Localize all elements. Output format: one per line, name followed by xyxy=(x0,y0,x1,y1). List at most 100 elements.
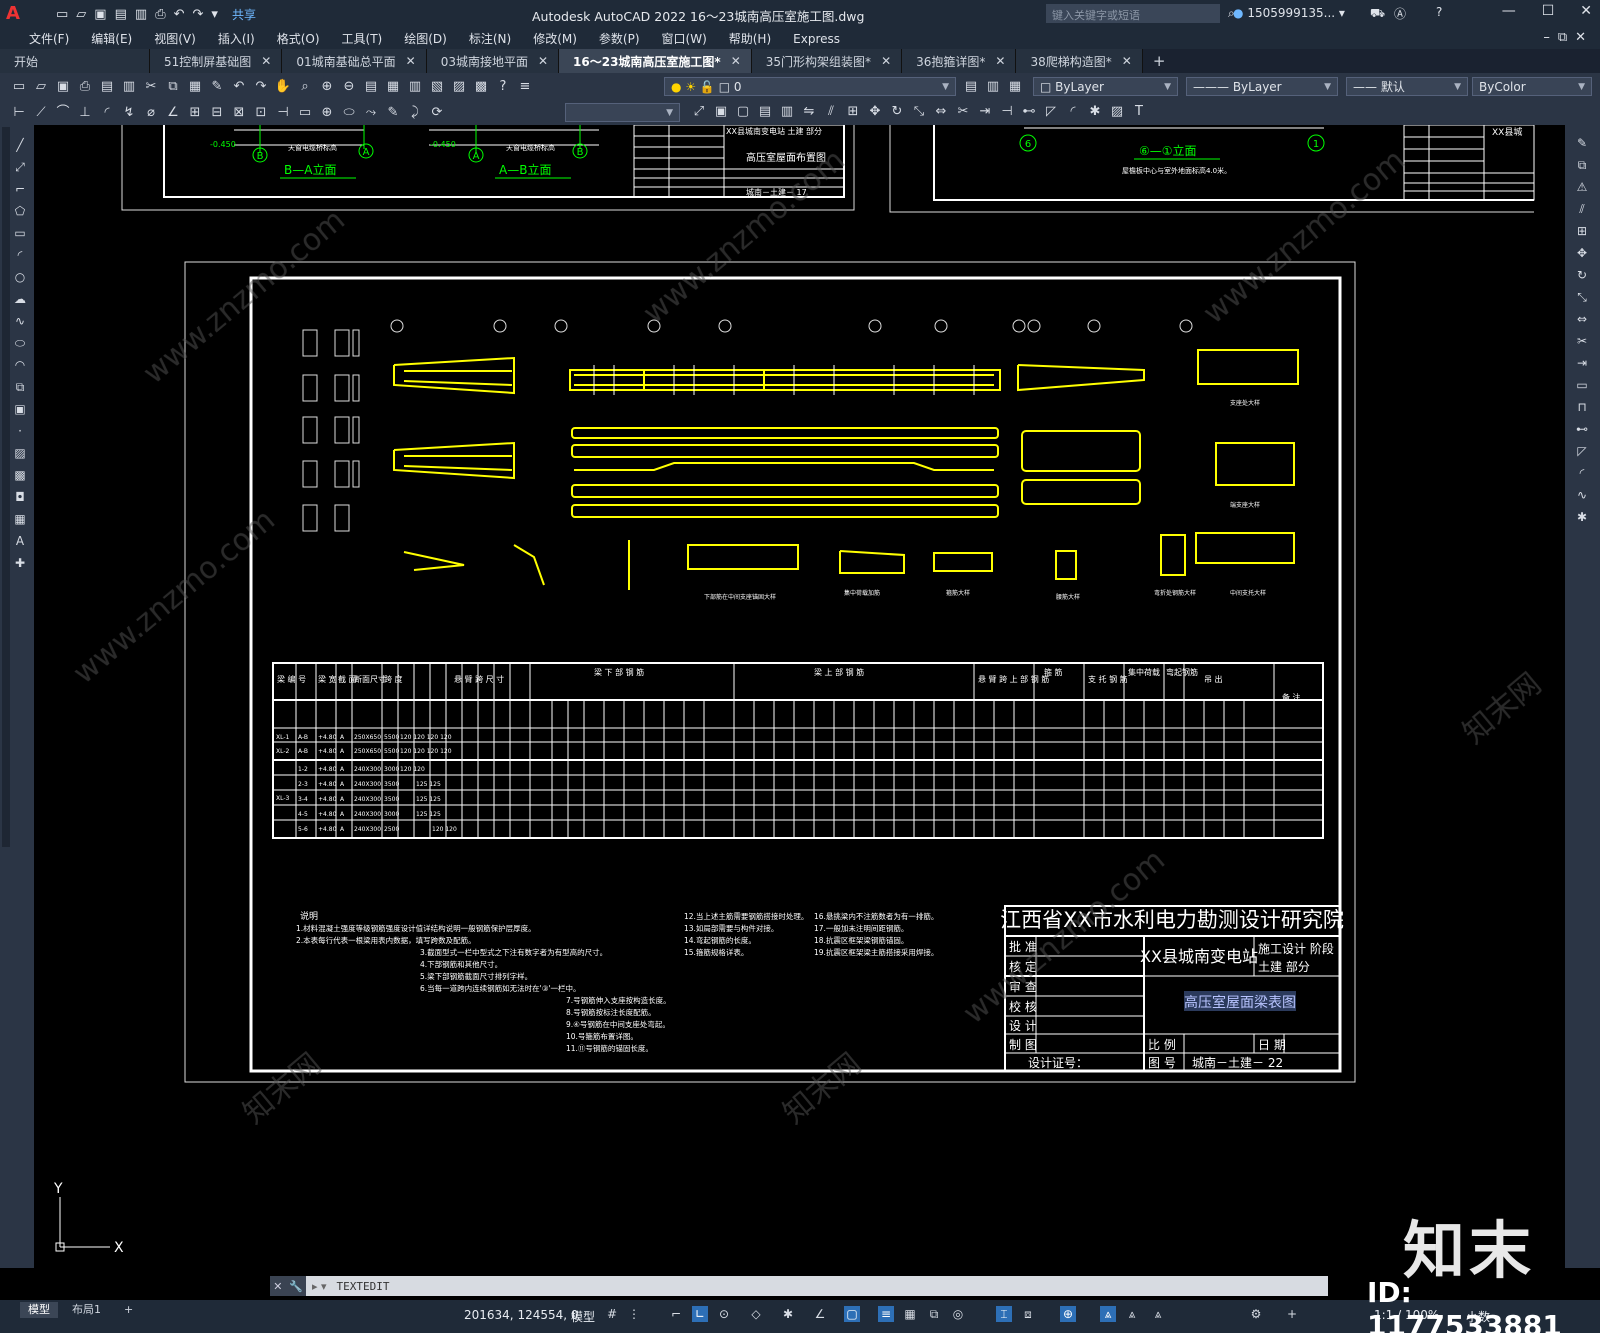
3d-osnap-icon[interactable]: ◎ xyxy=(950,1306,966,1322)
dim-radius-icon[interactable]: ◜ xyxy=(98,104,116,122)
zoom-realtime-icon[interactable]: ⌕ xyxy=(296,78,314,96)
dim-aligned-icon[interactable]: ⟋ xyxy=(32,104,50,122)
join-icon[interactable]: ⊷ xyxy=(1574,421,1590,437)
polygon-icon[interactable]: ⬠ xyxy=(12,203,28,219)
redo-icon[interactable]: ↷ xyxy=(193,7,204,22)
menu-insert[interactable]: 插入(I) xyxy=(207,30,266,47)
selection-filter-icon[interactable]: ⧈ xyxy=(1020,1306,1036,1322)
rectangle-icon[interactable]: ▭ xyxy=(12,225,28,241)
annotation-scale-icon[interactable]: ⩓ xyxy=(1150,1306,1166,1322)
design-center-icon[interactable]: ▦ xyxy=(384,78,402,96)
point-icon[interactable]: · xyxy=(12,423,28,439)
move-icon[interactable]: ✥ xyxy=(1574,245,1590,261)
annotation-monitor-icon[interactable]: + xyxy=(1284,1306,1300,1322)
grid-icon[interactable]: # xyxy=(604,1306,620,1322)
polyline-icon[interactable]: ⌐ xyxy=(12,181,28,197)
command-line-grip[interactable]: ✕ 🔧 xyxy=(270,1276,306,1296)
join-icon[interactable]: ⊷ xyxy=(1020,103,1038,121)
menu-parametric[interactable]: 参数(P) xyxy=(588,30,651,47)
pan-icon[interactable]: ✋ xyxy=(274,78,292,96)
layer-previous-icon[interactable]: ▥ xyxy=(984,78,1002,96)
explode-icon[interactable]: ✱ xyxy=(1086,103,1104,121)
open-icon[interactable]: ▱ xyxy=(32,78,50,96)
menu-modify[interactable]: 修改(M) xyxy=(522,30,588,47)
dim-angular-icon[interactable]: ∠ xyxy=(164,104,182,122)
erase-icon[interactable]: ✎ xyxy=(1574,135,1590,151)
matchprop-icon[interactable]: ✎ xyxy=(208,78,226,96)
menu-file[interactable]: 文件(F) xyxy=(18,30,80,47)
plot-icon[interactable]: ⎙ xyxy=(76,78,94,96)
menu-express[interactable]: Express xyxy=(782,32,851,46)
dimtedit-icon[interactable]: ⤸ xyxy=(406,104,424,122)
new-icon[interactable]: ▭ xyxy=(56,7,68,22)
menu-view[interactable]: 视图(V) xyxy=(143,30,207,47)
ellipse-icon[interactable]: ⬭ xyxy=(12,335,28,351)
maximize-icon[interactable]: ☐ xyxy=(1542,3,1555,19)
print-icon[interactable]: ⎙ xyxy=(155,7,165,22)
copy-object-icon[interactable]: ⧉ xyxy=(1574,157,1590,173)
gradient-icon[interactable]: ▩ xyxy=(12,467,28,483)
cut-icon[interactable]: ✂ xyxy=(142,78,160,96)
group-edit-icon[interactable]: ▤ xyxy=(756,103,774,121)
center-mark-icon[interactable]: ⊕ xyxy=(318,104,336,122)
spline-icon[interactable]: ∿ xyxy=(12,313,28,329)
plot-icon[interactable]: ▥ xyxy=(135,7,147,22)
tab-38[interactable]: 38爬梯构造图* ✕ xyxy=(1016,49,1143,73)
coordinates-readout[interactable]: 201634, 124554, 0 xyxy=(464,1308,579,1322)
scale-icon[interactable]: ⤡ xyxy=(910,103,928,121)
menu-edit[interactable]: 编辑(E) xyxy=(80,30,143,47)
revcloud-icon[interactable]: ☁ xyxy=(12,291,28,307)
help-icon[interactable]: ? xyxy=(494,78,512,96)
trim-icon[interactable]: ✂ xyxy=(1574,333,1590,349)
osnap-icon[interactable]: ∠ xyxy=(812,1306,828,1322)
save-icon[interactable]: ▣ xyxy=(54,78,72,96)
dynamic-ucs-icon[interactable]: ▢ xyxy=(844,1306,860,1322)
lineweight-icon[interactable]: ≡ xyxy=(878,1306,894,1322)
new-tab-button[interactable]: + xyxy=(1143,49,1176,73)
mirror-icon[interactable]: ⇋ xyxy=(800,103,818,121)
close-icon[interactable]: ✕ xyxy=(273,1280,282,1293)
open-icon[interactable]: ▱ xyxy=(76,7,86,22)
tolerance-icon[interactable]: ▭ xyxy=(296,104,314,122)
tab-model[interactable]: 模型 xyxy=(20,1302,58,1318)
redo-icon[interactable]: ↷ xyxy=(252,78,270,96)
extend-icon[interactable]: ⇥ xyxy=(976,103,994,121)
dim-baseline-icon[interactable]: ⊟ xyxy=(208,104,226,122)
make-current-icon[interactable]: ▤ xyxy=(962,78,980,96)
hatch-icon[interactable]: ▨ xyxy=(12,445,28,461)
calculator-icon[interactable]: ▩ xyxy=(472,78,490,96)
cart-icon[interactable]: ⛟ xyxy=(1370,6,1385,22)
break-icon[interactable]: ⊓ xyxy=(1574,399,1590,415)
command-prompt-icon[interactable]: ▸ ▾ xyxy=(312,1280,327,1293)
tab-01[interactable]: 01城南基础总平面 ✕ xyxy=(282,49,427,73)
region-icon[interactable]: ◘ xyxy=(12,489,28,505)
mtext-icon[interactable]: A xyxy=(12,533,28,549)
minimize-icon[interactable]: — xyxy=(1502,3,1516,19)
menu-draw[interactable]: 绘图(D) xyxy=(393,30,458,47)
new-icon[interactable]: ▭ xyxy=(10,78,28,96)
color-dropdown[interactable]: □ ByLayer ▼ xyxy=(1033,77,1178,96)
group-select-icon[interactable]: ▥ xyxy=(778,103,796,121)
ellipse-arc-icon[interactable]: ◠ xyxy=(12,357,28,373)
close-icon[interactable]: ✕ xyxy=(406,54,416,68)
array-icon[interactable]: ⊞ xyxy=(844,103,862,121)
a360-icon[interactable]: Ⓐ xyxy=(1394,5,1406,22)
properties-icon[interactable]: ▤ xyxy=(362,78,380,96)
wrench-icon[interactable]: 🔧 xyxy=(289,1280,303,1293)
doc-window-controls[interactable]: –⧉✕ xyxy=(1543,30,1594,45)
dim-edit-icon[interactable]: ✎ xyxy=(384,104,402,122)
explode-icon[interactable]: ✱ xyxy=(1574,509,1590,525)
dim-space-icon[interactable]: ⊡ xyxy=(252,104,270,122)
scale-icon[interactable]: ⤡ xyxy=(1574,289,1590,305)
annotation-visibility-icon[interactable]: ⩓ xyxy=(1100,1306,1116,1322)
circle-icon[interactable]: ○ xyxy=(12,269,28,285)
autocad-logo-icon[interactable]: A xyxy=(6,3,28,25)
chamfer-icon[interactable]: ◸ xyxy=(1042,103,1060,121)
insert-block-icon[interactable]: ⧉ xyxy=(12,379,28,395)
line-icon[interactable]: ╱ xyxy=(12,137,28,153)
share-button[interactable]: 共享 xyxy=(232,6,256,23)
dim-override-icon[interactable]: ⤢ xyxy=(690,103,708,121)
mirror-icon[interactable]: ⚠ xyxy=(1574,179,1590,195)
offset-icon[interactable]: ⫽ xyxy=(1574,201,1590,217)
tool-palettes-icon[interactable]: ▥ xyxy=(406,78,424,96)
